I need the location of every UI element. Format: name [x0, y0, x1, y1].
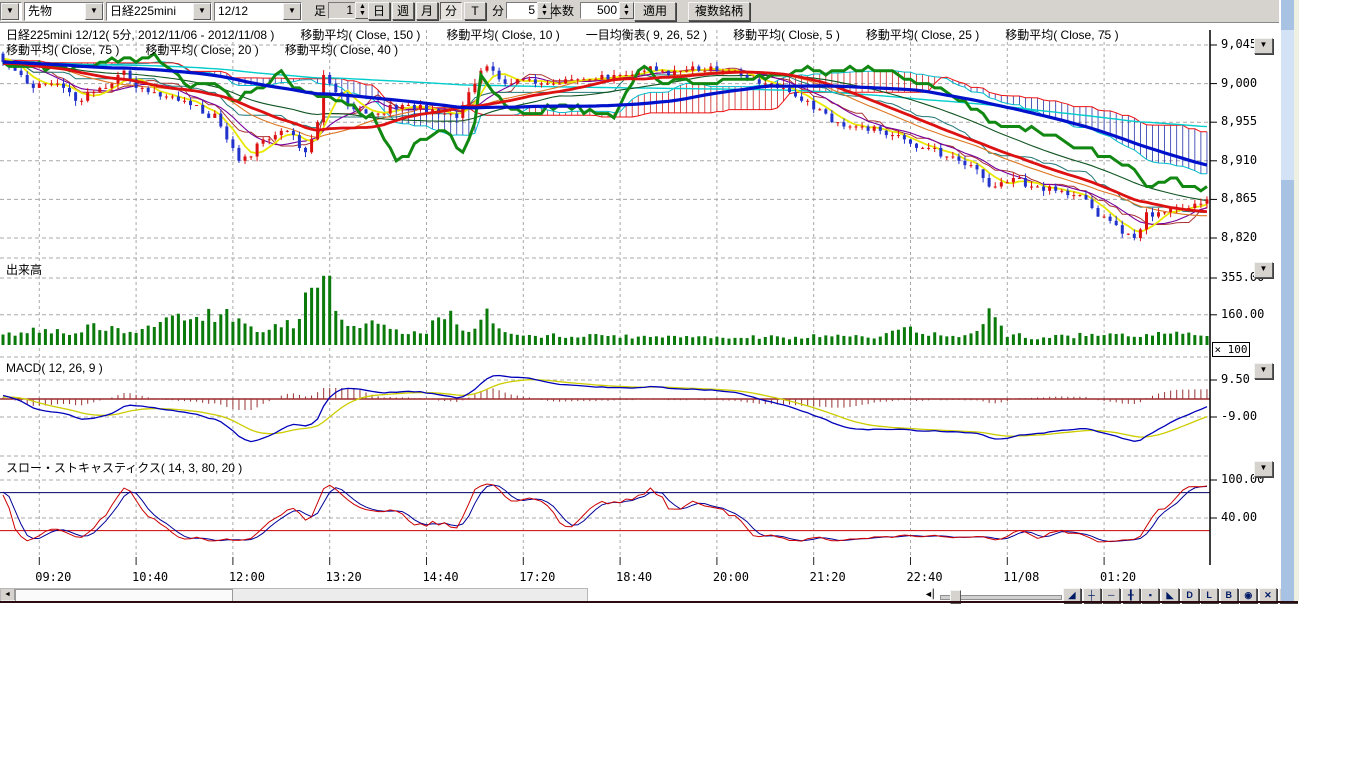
- period-button-分[interactable]: 分: [440, 2, 462, 20]
- legend-item: 移動平均( Close, 75 ): [6, 41, 119, 58]
- minute-spinner[interactable]: 5 ▲▼: [506, 2, 552, 19]
- stoch-pane-title: スロー・ストキャスティクス( 14, 3, 80, 20 ): [6, 459, 242, 476]
- bar-interval-spinner[interactable]: 1 ▲▼: [328, 2, 370, 19]
- contract-select[interactable]: 12/12 ▼: [214, 2, 302, 21]
- vertical-scrollbar-thumb[interactable]: [1281, 30, 1294, 180]
- price-axis-label: 8,910: [1221, 153, 1257, 167]
- period-button-日[interactable]: 日: [368, 2, 390, 20]
- market-select-value: 先物: [25, 3, 85, 20]
- time-axis-label: 17:20: [507, 570, 567, 584]
- legend-item: 移動平均( Close, 20 ): [145, 41, 258, 58]
- time-axis-label: 21:20: [798, 570, 858, 584]
- volume-axis-label: 160.00: [1221, 307, 1264, 321]
- period-button-group: 日週月分T: [368, 2, 486, 20]
- apply-button[interactable]: 適用: [634, 2, 676, 21]
- bar-interval-value[interactable]: 1: [328, 2, 355, 19]
- symbol-select[interactable]: 日経225mini ▼: [106, 2, 212, 21]
- volume-multiplier-badge: × 100: [1212, 342, 1250, 357]
- multi-symbol-button[interactable]: 複数銘柄: [688, 2, 750, 21]
- vertical-scrollbar[interactable]: [1281, 0, 1294, 601]
- chart-application-window: ▼ 先物 ▼ 日経225mini ▼ 12/12 ▼ 足 1 ▲▼ 日週月分T …: [0, 0, 1298, 602]
- bar-type-label: 足: [314, 2, 326, 19]
- minute-value[interactable]: 5: [506, 2, 537, 19]
- chevron-down-icon[interactable]: ▼: [193, 3, 211, 20]
- hidden-combo[interactable]: ▼: [0, 2, 22, 21]
- volume-scale-button[interactable]: ▼: [1254, 262, 1273, 278]
- macd-axis-label: 9.50: [1221, 372, 1250, 386]
- price-axis-label: 9,000: [1221, 76, 1257, 90]
- window-bottom-edge: [0, 601, 1298, 603]
- legend-row-2: 移動平均( Close, 75 ) 移動平均( Close, 20 ) 移動平均( …: [6, 41, 398, 58]
- macd-scale-button[interactable]: ▼: [1254, 363, 1273, 379]
- legend-item: 移動平均( Close, 25 ): [866, 26, 979, 43]
- minute-label: 分: [492, 2, 504, 19]
- time-axis-label: 01:20: [1088, 570, 1148, 584]
- bar-count-value[interactable]: 500: [580, 2, 619, 19]
- macd-pane-title: MACD( 12, 26, 9 ): [6, 361, 103, 375]
- period-button-週[interactable]: 週: [392, 2, 414, 20]
- time-axis-label: 09:20: [23, 570, 83, 584]
- stoch-scale-button[interactable]: ▼: [1254, 461, 1273, 477]
- chevron-down-icon[interactable]: ▼: [1, 3, 19, 20]
- legend-item: 移動平均( Close, 10 ): [446, 26, 559, 43]
- bar-count-label: 本数: [550, 2, 574, 19]
- time-axis-label: 14:40: [411, 570, 471, 584]
- legend-item: 一目均衡表( 9, 26, 52 ): [586, 26, 707, 43]
- chevron-down-icon[interactable]: ▼: [85, 3, 103, 20]
- slider-arrow-icon[interactable]: ◄▏: [924, 589, 940, 600]
- time-axis-label: 12:00: [217, 570, 277, 584]
- period-button-月[interactable]: 月: [416, 2, 438, 20]
- price-axis-label: 9,045: [1221, 37, 1257, 51]
- legend-item: 移動平均( Close, 75 ): [1005, 26, 1118, 43]
- volume-pane-title: 出来高: [6, 261, 42, 278]
- legend-item: 移動平均( Close, 40 ): [285, 41, 398, 58]
- time-axis-label: 13:20: [314, 570, 374, 584]
- bar-count-spinner[interactable]: 500 ▲▼: [580, 2, 634, 19]
- time-axis-label: 11/08: [991, 570, 1051, 584]
- chart-canvas[interactable]: [0, 24, 1279, 590]
- market-select[interactable]: 先物 ▼: [24, 2, 104, 21]
- toolbar: ▼ 先物 ▼ 日経225mini ▼ 12/12 ▼ 足 1 ▲▼ 日週月分T …: [0, 0, 1279, 23]
- legend-item: 移動平均( Close, 5 ): [733, 26, 840, 43]
- stoch-axis-label: 40.00: [1221, 510, 1257, 524]
- symbol-select-value: 日経225mini: [107, 3, 193, 20]
- chevron-down-icon[interactable]: ▼: [283, 3, 301, 20]
- contract-select-value: 12/12: [215, 3, 283, 20]
- window-right-edge: [1294, 0, 1299, 601]
- time-axis-label: 18:40: [604, 570, 664, 584]
- spinner-icon[interactable]: ▲▼: [619, 2, 634, 19]
- scroll-left-icon[interactable]: ◄: [1, 589, 15, 600]
- time-axis-label: 22:40: [895, 570, 955, 584]
- price-axis-label: 8,820: [1221, 230, 1257, 244]
- time-axis-label: 10:40: [120, 570, 180, 584]
- macd-axis-label: -9.00: [1221, 409, 1257, 423]
- period-button-T[interactable]: T: [464, 2, 486, 20]
- price-axis-label: 8,865: [1221, 191, 1257, 205]
- price-axis-label: 8,955: [1221, 114, 1257, 128]
- price-scale-button[interactable]: ▼: [1254, 38, 1273, 54]
- time-axis-label: 20:00: [701, 570, 761, 584]
